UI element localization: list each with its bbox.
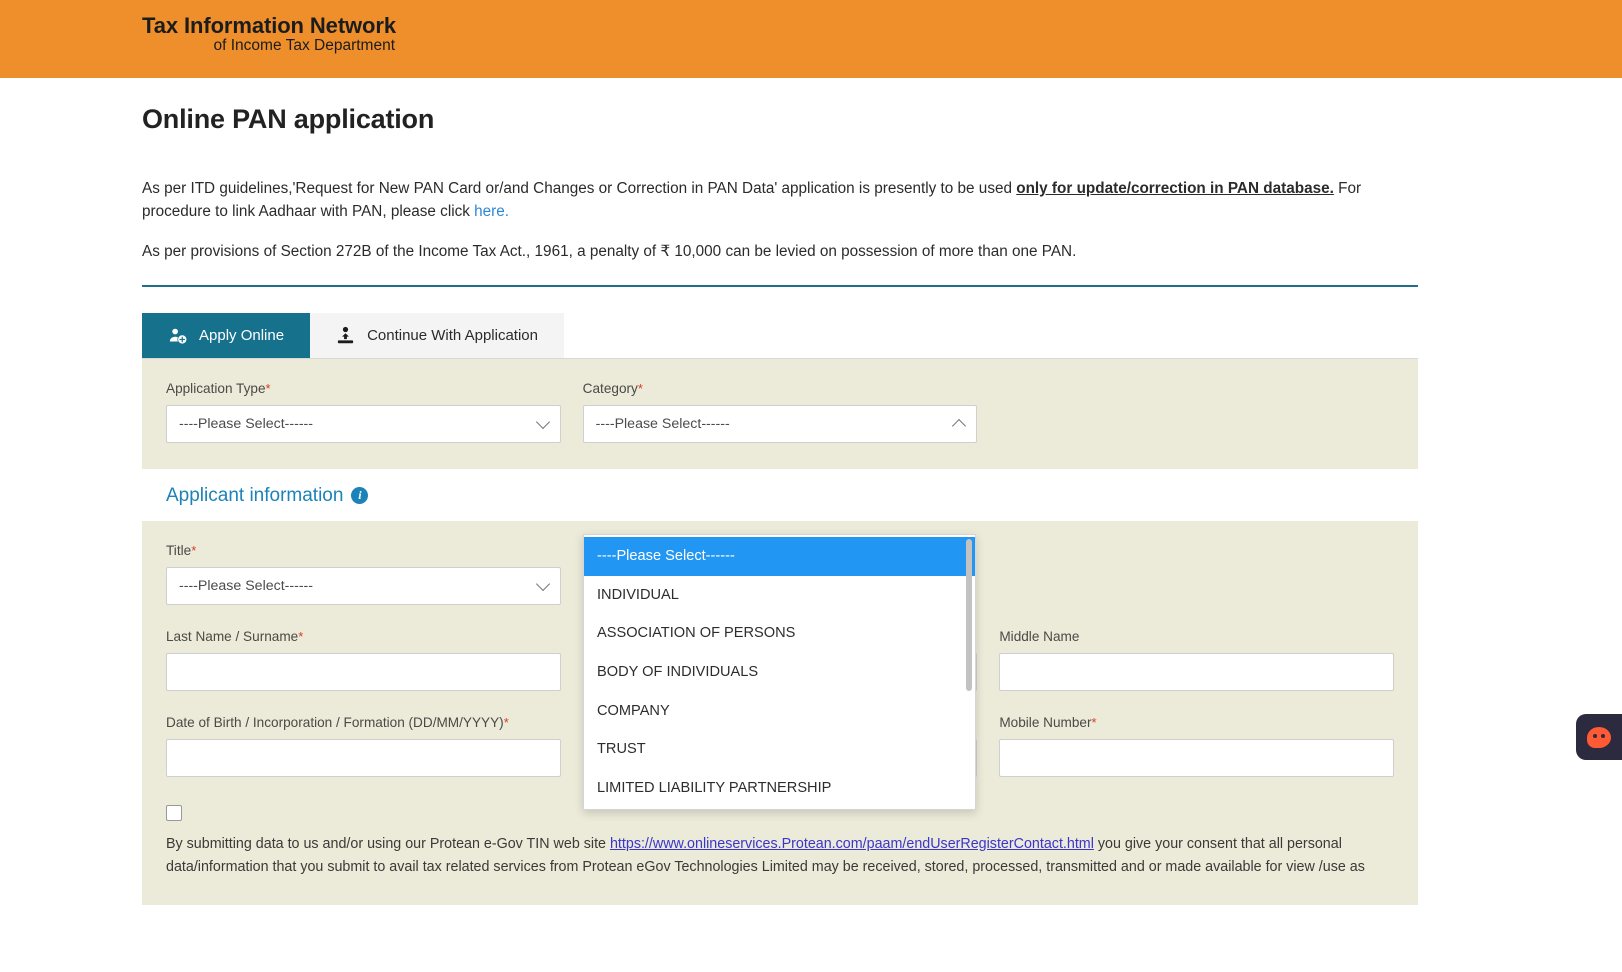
field-spacer — [999, 381, 1394, 443]
site-logo: Tax Information Network of Income Tax De… — [142, 14, 396, 55]
field-last-name: Last Name / Surname* — [166, 629, 561, 691]
required-marker: * — [191, 542, 197, 558]
logo-line-primary: Tax Information Network — [142, 13, 396, 38]
intro-text-part1: As per ITD guidelines,'Request for New P… — [142, 180, 1017, 197]
middle-name-label-text: Middle Name — [999, 628, 1080, 644]
last-name-input[interactable] — [166, 652, 561, 691]
tab-continue-with-application[interactable]: Continue With Application — [310, 312, 564, 358]
chevron-up-icon — [952, 418, 967, 433]
field-middle-name: Middle Name — [999, 629, 1395, 691]
site-header: Tax Information Network of Income Tax De… — [0, 0, 1622, 78]
chat-support-widget[interactable] — [1576, 714, 1622, 760]
intro-emphasis: only for update/correction in PAN databa… — [1016, 180, 1334, 197]
category-option-individual[interactable]: INDIVIDUAL — [584, 576, 975, 615]
application-type-label-text: Application Type — [166, 380, 266, 396]
middle-name-label: Middle Name — [999, 629, 1394, 644]
consent-checkbox[interactable] — [166, 804, 182, 821]
intro-paragraph-2: As per provisions of Section 272B of the… — [142, 242, 1077, 260]
field-application-type: Application Type* ----Please Select-----… — [166, 381, 561, 443]
category-select[interactable]: ----Please Select------ — [582, 404, 978, 443]
tab-apply-online-label: Apply Online — [199, 326, 285, 344]
dropdown-scrollbar[interactable] — [966, 539, 972, 691]
required-marker: * — [1091, 714, 1097, 730]
application-type-label: Application Type* — [166, 381, 561, 396]
title-value: ----Please Select------ — [179, 577, 313, 594]
last-name-label: Last Name / Surname* — [166, 629, 561, 644]
intro-paragraph-1: As per ITD guidelines,'Request for New P… — [142, 177, 1418, 224]
applicant-information-title: Applicant information — [166, 484, 344, 506]
mobile-label-text: Mobile Number — [999, 714, 1092, 730]
category-dropdown-list[interactable]: ----Please Select------ INDIVIDUAL ASSOC… — [583, 534, 976, 811]
last-name-label-text: Last Name / Surname — [166, 628, 299, 644]
title-select[interactable]: ----Please Select------ — [166, 566, 561, 605]
consent-text-part1: By submitting data to us and/or using ou… — [166, 835, 610, 852]
required-marker: * — [298, 628, 304, 644]
category-label: Category* — [583, 381, 978, 396]
protean-tin-link[interactable]: https://www.onlineservices.Protean.com/p… — [610, 836, 1094, 852]
required-marker: * — [637, 380, 643, 396]
category-option-limited-liability-partnership[interactable]: LIMITED LIABILITY PARTNERSHIP — [584, 769, 975, 808]
title-label-text: Title — [166, 542, 192, 558]
mobile-label: Mobile Number* — [999, 715, 1394, 730]
mobile-input[interactable] — [999, 738, 1395, 777]
category-option-company[interactable]: COMPANY — [584, 691, 975, 730]
field-mobile: Mobile Number* — [999, 715, 1395, 777]
application-type-panel: Application Type* ----Please Select-----… — [142, 358, 1418, 469]
dob-label: Date of Birth / Incorporation / Formatio… — [166, 715, 561, 730]
dob-label-text: Date of Birth / Incorporation / Formatio… — [166, 714, 504, 730]
required-marker: * — [503, 714, 509, 730]
page-title: Online PAN application — [142, 104, 435, 134]
category-option-association-of-persons[interactable]: ASSOCIATION OF PERSONS — [584, 614, 975, 653]
application-type-select[interactable]: ----Please Select------ — [166, 404, 561, 443]
tab-apply-online[interactable]: Apply Online — [142, 312, 311, 358]
field-title-spacer-2 — [999, 543, 1394, 605]
applicant-information-header: Applicant information i — [142, 468, 1418, 521]
chevron-down-icon — [535, 414, 550, 429]
category-option-body-of-individuals[interactable]: BODY OF INDIVIDUALS — [584, 653, 975, 692]
application-type-row: Application Type* ----Please Select-----… — [166, 381, 1394, 443]
middle-name-input[interactable] — [999, 652, 1395, 691]
section-divider — [142, 284, 1418, 287]
consent-block: By submitting data to us and/or using ou… — [166, 801, 1394, 879]
tab-continue-label: Continue With Application — [367, 326, 538, 344]
field-category: Category* ----Please Select------ — [582, 381, 978, 443]
field-dob: Date of Birth / Incorporation / Formatio… — [166, 715, 561, 777]
category-label-text: Category — [582, 380, 638, 396]
field-title: Title* ----Please Select------ — [166, 543, 561, 605]
title-label: Title* — [166, 543, 561, 558]
application-type-value: ----Please Select------ — [179, 415, 313, 432]
required-marker: * — [265, 380, 271, 396]
application-tabs: Apply Online Continue With Application — [142, 312, 1418, 359]
consent-text: By submitting data to us and/or using ou… — [166, 833, 1394, 879]
dob-input[interactable] — [166, 738, 561, 777]
page-body: Online PAN application As per ITD guidel… — [0, 104, 1622, 906]
chevron-down-icon — [535, 576, 550, 591]
category-option-trust[interactable]: TRUST — [584, 730, 975, 769]
logo-line-secondary: of Income Tax Department — [213, 37, 396, 55]
category-option-please-select[interactable]: ----Please Select------ — [584, 537, 975, 576]
category-value: ----Please Select------ — [595, 415, 730, 432]
aadhaar-link[interactable]: here. — [474, 203, 509, 220]
user-plus-icon — [168, 326, 187, 345]
info-icon[interactable]: i — [351, 487, 369, 505]
chat-bubble-icon — [1587, 726, 1611, 748]
user-upload-icon — [336, 326, 355, 345]
